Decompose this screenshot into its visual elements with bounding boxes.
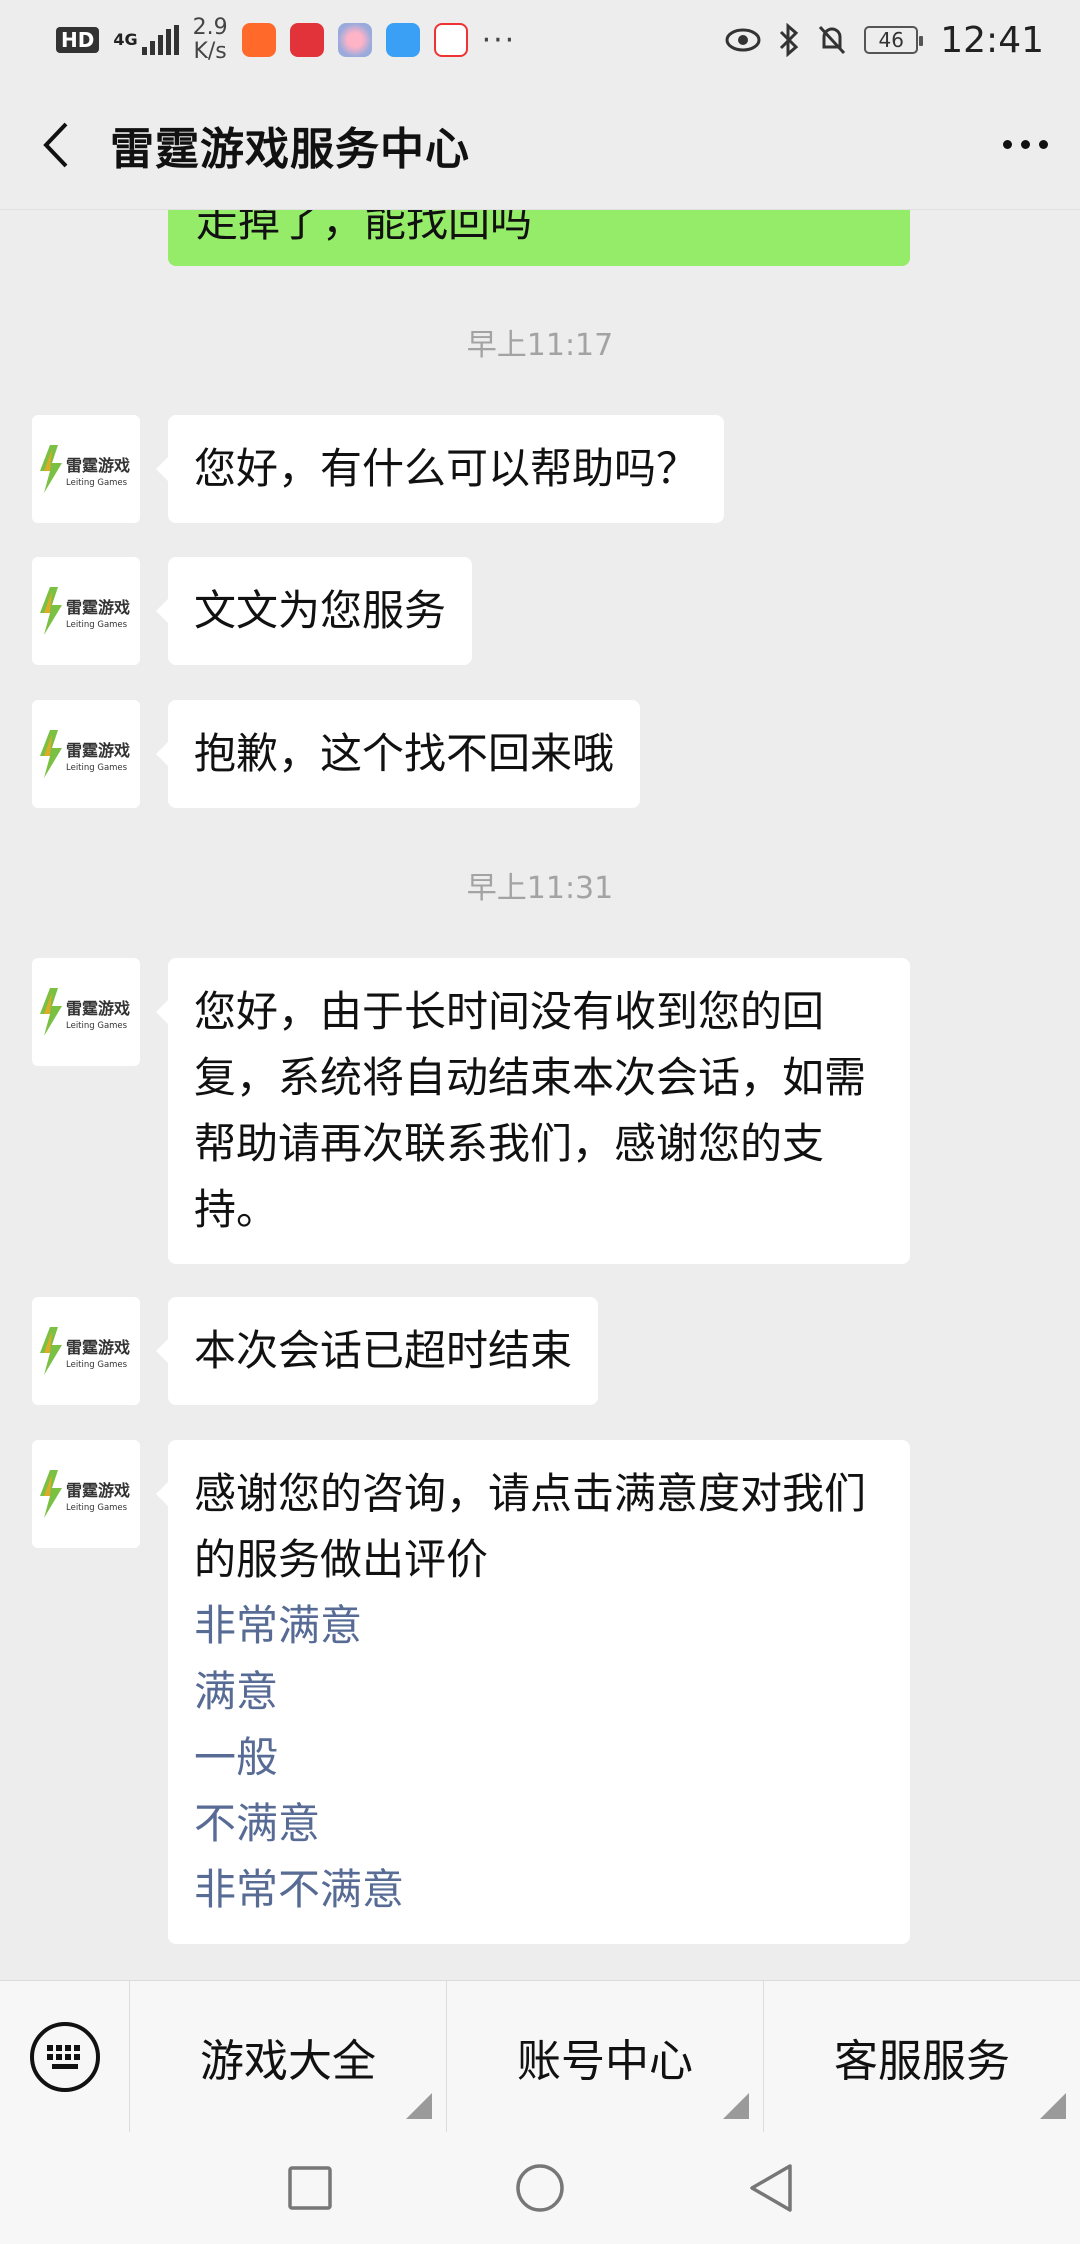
- keyboard-icon: [29, 2021, 100, 2092]
- more-options-button[interactable]: [970, 80, 1080, 210]
- rating-very-unsatisfied-link[interactable]: 非常不满意: [194, 1857, 884, 1923]
- avatar[interactable]: 雷霆游戏 Leiting Games: [32, 1297, 140, 1405]
- rating-neutral-link[interactable]: 一般: [194, 1725, 884, 1791]
- svg-text:Leiting Games: Leiting Games: [66, 1503, 128, 1513]
- app-notification-icon-1: [241, 23, 276, 57]
- incoming-message: 雷霆游戏 Leiting Games 您好，有什么可以帮助吗？: [32, 415, 725, 523]
- back-button[interactable]: [0, 80, 110, 210]
- svg-text:雷霆游戏: 雷霆游戏: [66, 456, 130, 475]
- youku-app-icon: [433, 23, 468, 57]
- incoming-message: 雷霆游戏 Leiting Games 文文为您服务: [32, 557, 473, 665]
- message-bubble[interactable]: 文文为您服务: [155, 557, 473, 665]
- wallet-app-icon: [385, 23, 420, 57]
- message-bubble[interactable]: 您好，有什么可以帮助吗？: [155, 415, 725, 523]
- back-arrow-icon: [43, 122, 68, 167]
- menu-customer-service[interactable]: 客服服务: [764, 1981, 1080, 2133]
- menu-account-center[interactable]: 账号中心: [447, 1980, 764, 2133]
- incoming-message: 雷霆游戏 Leiting Games 感谢您的咨询，请点击满意度对我们的服务做出…: [32, 1440, 910, 1944]
- keyboard-toggle-button[interactable]: [0, 1980, 130, 2133]
- incoming-message: 雷霆游戏 Leiting Games 本次会话已超时结束: [32, 1297, 599, 1405]
- recent-apps-icon[interactable]: [286, 2164, 334, 2212]
- svg-text:雷霆游戏: 雷霆游戏: [66, 1481, 130, 1500]
- clock: 12:41: [940, 19, 1044, 61]
- message-text: 文文为您服务: [194, 586, 447, 635]
- book-app-icon: [289, 23, 324, 57]
- network-speed: 2.9 K/s: [192, 15, 228, 64]
- message-text: 本次会话已超时结束: [194, 1326, 573, 1375]
- svg-text:Leiting Games: Leiting Games: [66, 620, 128, 630]
- bluetooth-icon: [780, 23, 799, 57]
- leiting-logo-icon: 雷霆游戏 Leiting Games: [40, 988, 130, 1036]
- message-text: 感谢您的咨询，请点击满意度对我们的服务做出评价: [194, 1469, 867, 1584]
- rating-unsatisfied-link[interactable]: 不满意: [194, 1791, 884, 1857]
- svg-text:Leiting Games: Leiting Games: [66, 1021, 128, 1031]
- eye-comfort-icon: [725, 28, 761, 52]
- avatar[interactable]: 雷霆游戏 Leiting Games: [32, 700, 140, 808]
- menu-game-list[interactable]: 游戏大全: [130, 1980, 447, 2133]
- svg-text:Leiting Games: Leiting Games: [66, 1360, 128, 1370]
- signal-icon: 4G: [113, 25, 179, 55]
- chat-header: 雷霆游戏服务中心: [0, 80, 1080, 210]
- timestamp: 早上11:17: [466, 328, 614, 363]
- chat-area[interactable]: 走掉了，能找回吗 早上11:17 雷霆游戏 Leiting Games 您好，有…: [0, 210, 1080, 1980]
- incoming-message: 雷霆游戏 Leiting Games 抱歉，这个找不回来哦: [32, 700, 641, 808]
- svg-text:雷霆游戏: 雷霆游戏: [66, 741, 130, 760]
- svg-text:Leiting Games: Leiting Games: [66, 478, 128, 488]
- incoming-message: 雷霆游戏 Leiting Games 您好，由于长时间没有收到您的回复，系统将自…: [32, 958, 910, 1264]
- more-notifications-icon: ···: [481, 22, 517, 58]
- avatar[interactable]: 雷霆游戏 Leiting Games: [32, 958, 140, 1066]
- message-bubble[interactable]: 本次会话已超时结束: [155, 1297, 599, 1405]
- mute-bell-icon: [819, 25, 846, 55]
- back-nav-icon[interactable]: [746, 2162, 794, 2214]
- svg-text:雷霆游戏: 雷霆游戏: [66, 1338, 130, 1357]
- system-navigation-bar: [0, 2132, 1080, 2244]
- svg-text:雷霆游戏: 雷霆游戏: [66, 999, 130, 1018]
- leiting-logo-icon: 雷霆游戏 Leiting Games: [40, 445, 130, 493]
- leiting-logo-icon: 雷霆游戏 Leiting Games: [40, 587, 130, 635]
- leiting-logo-icon: 雷霆游戏 Leiting Games: [40, 730, 130, 778]
- leiting-logo-icon: 雷霆游戏 Leiting Games: [40, 1470, 130, 1518]
- menu-label: 游戏大全: [200, 2035, 376, 2087]
- page-title: 雷霆游戏服务中心: [110, 123, 470, 175]
- avatar[interactable]: 雷霆游戏 Leiting Games: [32, 415, 140, 523]
- battery-indicator: 46: [864, 26, 924, 54]
- svg-text:雷霆游戏: 雷霆游戏: [66, 598, 130, 617]
- outgoing-message-bubble[interactable]: 走掉了，能找回吗: [168, 210, 910, 266]
- message-text: 您好，有什么可以帮助吗？: [194, 444, 699, 493]
- submenu-indicator-icon: [723, 2092, 749, 2119]
- message-bubble[interactable]: 感谢您的咨询，请点击满意度对我们的服务做出评价 非常满意 满意 一般 不满意 非…: [156, 1440, 910, 1944]
- hd-indicator: HD: [56, 27, 100, 53]
- menu-label: 账号中心: [517, 2035, 693, 2087]
- avatar[interactable]: 雷霆游戏 Leiting Games: [32, 557, 140, 665]
- timestamp: 早上11:31: [466, 871, 614, 906]
- rating-satisfied-link[interactable]: 满意: [194, 1659, 884, 1725]
- status-bar: HD 4G 2.9 K/s ··· 46 12:41: [0, 0, 1080, 80]
- message-text: 您好，由于长时间没有收到您的回复，系统将自动结束本次会话，如需帮助请再次联系我们…: [194, 987, 867, 1234]
- flower-app-icon: [337, 23, 372, 57]
- menu-label: 客服服务: [834, 2035, 1010, 2087]
- message-bubble[interactable]: 抱歉，这个找不回来哦: [155, 700, 641, 808]
- submenu-indicator-icon: [1040, 2092, 1066, 2119]
- rating-very-satisfied-link[interactable]: 非常满意: [194, 1593, 884, 1659]
- submenu-indicator-icon: [406, 2092, 432, 2119]
- home-icon[interactable]: [514, 2162, 566, 2214]
- avatar[interactable]: 雷霆游戏 Leiting Games: [32, 1440, 140, 1548]
- message-bubble[interactable]: 您好，由于长时间没有收到您的回复，系统将自动结束本次会话，如需帮助请再次联系我们…: [156, 958, 910, 1264]
- svg-text:Leiting Games: Leiting Games: [66, 763, 128, 773]
- service-menu-bar: 游戏大全 账号中心 客服服务: [0, 1980, 1080, 2133]
- message-text: 抱歉，这个找不回来哦: [194, 729, 615, 778]
- leiting-logo-icon: 雷霆游戏 Leiting Games: [40, 1327, 130, 1375]
